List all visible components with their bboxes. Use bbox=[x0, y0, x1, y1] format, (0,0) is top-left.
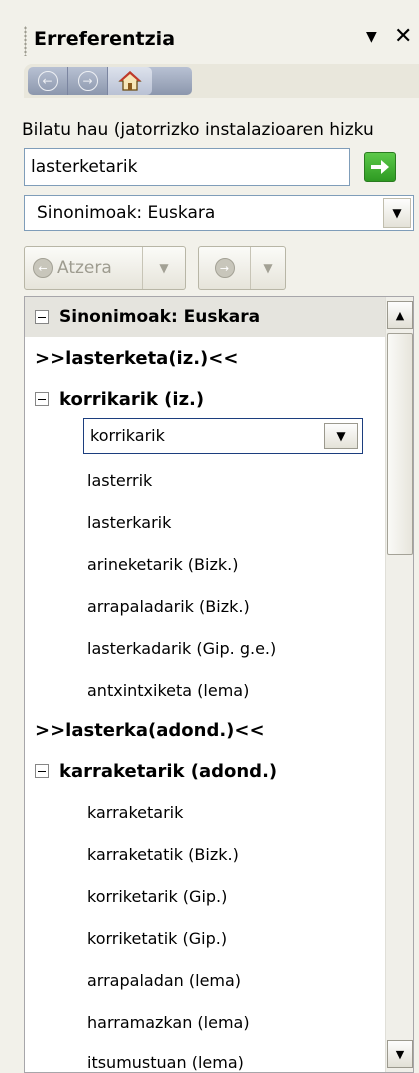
nav-home-button[interactable] bbox=[108, 67, 152, 95]
back-arrow-icon: ← bbox=[37, 71, 58, 91]
history-forward-button[interactable]: → bbox=[199, 247, 251, 289]
history-back-label: Atzera bbox=[57, 258, 112, 278]
list-item[interactable]: harramazkan (lema) bbox=[87, 1005, 250, 1039]
collapse-icon[interactable] bbox=[35, 392, 49, 406]
list-item-text: arrapaladarik (Bizk.) bbox=[87, 596, 250, 616]
scroll-down-button[interactable]: ▼ bbox=[387, 1040, 413, 1068]
reference-source-select[interactable]: Sinonimoak: Euskara ▼ bbox=[24, 195, 414, 231]
start-search-button[interactable] bbox=[364, 152, 396, 182]
list-item[interactable]: lasterkarik bbox=[87, 505, 171, 539]
history-back-dropdown[interactable]: ▼ bbox=[143, 261, 185, 275]
scroll-up-button[interactable]: ▲ bbox=[387, 301, 413, 329]
section-header[interactable]: Sinonimoak: Euskara bbox=[25, 297, 387, 337]
result-headword[interactable]: >>lasterka(adond.)<< bbox=[35, 713, 265, 747]
list-item-text: arineketarik (Bizk.) bbox=[87, 554, 239, 574]
nav-toolbar: ← → bbox=[24, 64, 419, 98]
forward-arrow-icon: → bbox=[77, 71, 98, 91]
collapse-icon[interactable] bbox=[35, 310, 49, 324]
list-item[interactable]: korriketatik (Gip.) bbox=[87, 921, 227, 955]
history-forward-group: → ▼ bbox=[198, 246, 286, 290]
nav-strip: ← → bbox=[28, 67, 192, 95]
grip-handle[interactable] bbox=[24, 26, 27, 56]
vertical-scrollbar[interactable]: ▲ ▼ bbox=[385, 297, 413, 1072]
list-item[interactable]: korriketarik (Gip.) bbox=[87, 879, 227, 913]
nav-forward-button[interactable]: → bbox=[68, 67, 108, 95]
search-label: Bilatu hau (jatorrizko instalazioaren hi… bbox=[22, 120, 374, 140]
close-icon[interactable]: ✕ bbox=[394, 26, 412, 48]
list-item[interactable]: arineketarik (Bizk.) bbox=[87, 547, 238, 581]
list-item-text: karraketarik bbox=[87, 802, 184, 822]
list-item[interactable]: lasterrik bbox=[87, 463, 152, 497]
task-pane-header: Erreferentzia ▼ ✕ bbox=[0, 0, 419, 68]
list-item-text: korriketarik (Gip.) bbox=[87, 886, 228, 906]
list-item-text: korriketatik (Gip.) bbox=[87, 928, 228, 948]
list-item[interactable]: antxintxiketa (lema) bbox=[87, 673, 249, 707]
result-group[interactable]: karraketarik (adond.) bbox=[35, 754, 277, 788]
pane-title: Erreferentzia bbox=[34, 28, 176, 50]
list-item-text: arrapaladan (lema) bbox=[87, 970, 242, 990]
search-input[interactable] bbox=[24, 148, 350, 186]
list-item[interactable]: karraketarik bbox=[87, 795, 183, 829]
results-list: Sinonimoak: Euskara >>lasterketa(iz.)<< … bbox=[24, 296, 414, 1073]
nav-back-button[interactable]: ← bbox=[28, 67, 68, 95]
home-icon bbox=[118, 70, 142, 92]
list-item-text: harramazkan (lema) bbox=[87, 1012, 250, 1032]
list-item[interactable]: arrapaladarik (Bizk.) bbox=[87, 589, 250, 623]
scroll-thumb[interactable] bbox=[387, 333, 413, 555]
headword-text: >>lasterketa(iz.)<< bbox=[35, 347, 239, 369]
reference-source-value: Sinonimoak: Euskara bbox=[37, 203, 216, 223]
section-title: Sinonimoak: Euskara bbox=[59, 307, 261, 327]
result-headword[interactable]: >>lasterketa(iz.)<< bbox=[35, 341, 238, 375]
group-text: karraketarik (adond.) bbox=[59, 760, 278, 782]
list-item[interactable]: lasterkadarik (Gip. g.e.) bbox=[87, 631, 276, 665]
list-item-text: karraketatik (Bizk.) bbox=[87, 844, 239, 864]
history-back-button[interactable]: ← Atzera bbox=[25, 247, 143, 289]
group-text: korrikarik (iz.) bbox=[59, 388, 205, 410]
pane-menu-icon[interactable]: ▼ bbox=[366, 29, 377, 45]
forward-arrow-icon: → bbox=[214, 258, 235, 278]
chevron-down-icon[interactable]: ▼ bbox=[324, 423, 358, 449]
list-item-text: antxintxiketa (lema) bbox=[87, 680, 250, 700]
result-group[interactable]: korrikarik (iz.) bbox=[35, 382, 204, 416]
chevron-down-icon[interactable]: ▼ bbox=[383, 198, 411, 228]
history-forward-dropdown[interactable]: ▼ bbox=[251, 261, 285, 275]
synonym-combo-value: korrikarik bbox=[90, 426, 165, 445]
history-back-group: ← Atzera ▼ bbox=[24, 246, 186, 290]
list-item-text: itsumustuan (lema) bbox=[87, 1052, 244, 1072]
go-arrow-icon bbox=[371, 160, 389, 174]
list-item[interactable]: itsumustuan (lema) bbox=[87, 1045, 244, 1072]
synonym-combo[interactable]: korrikarik ▼ bbox=[83, 418, 363, 454]
list-item-text: lasterrik bbox=[87, 470, 153, 490]
back-arrow-icon: ← bbox=[33, 258, 53, 278]
list-item[interactable]: karraketatik (Bizk.) bbox=[87, 837, 239, 871]
list-item-text: lasterkarik bbox=[87, 512, 172, 532]
list-item[interactable]: arrapaladan (lema) bbox=[87, 963, 241, 997]
list-item-text: lasterkadarik (Gip. g.e.) bbox=[87, 638, 277, 658]
collapse-icon[interactable] bbox=[35, 764, 49, 778]
headword-text: >>lasterka(adond.)<< bbox=[35, 719, 265, 741]
